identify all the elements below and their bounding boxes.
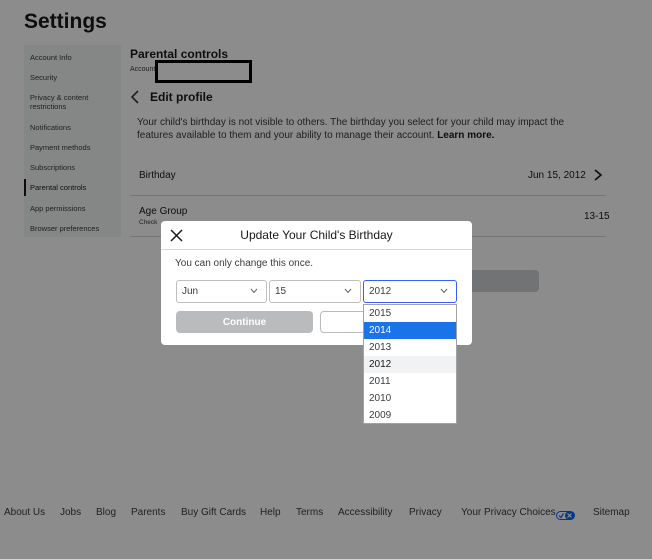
chevron-down-icon xyxy=(440,288,448,294)
chevron-down-icon xyxy=(344,288,352,294)
close-icon[interactable] xyxy=(169,228,184,243)
modal-note: You can only change this once. xyxy=(175,258,314,269)
year-option-2012[interactable]: 2012 xyxy=(364,356,456,373)
chevron-down-icon xyxy=(250,288,258,294)
year-option-2014[interactable]: 2014 xyxy=(364,322,456,339)
year-option-2011[interactable]: 2011 xyxy=(364,373,456,390)
year-option-2009[interactable]: 2009 xyxy=(364,407,456,424)
day-select[interactable]: 15 xyxy=(269,280,361,303)
month-select[interactable]: Jun xyxy=(176,280,267,303)
month-value: Jun xyxy=(182,286,199,297)
continue-button[interactable]: Continue xyxy=(176,311,313,333)
year-select[interactable]: 2012 xyxy=(363,280,457,303)
year-option-2010[interactable]: 2010 xyxy=(364,390,456,407)
modal-title: Update Your Child's Birthday xyxy=(240,228,393,242)
year-dropdown-list: 2015 2014 2013 2012 2011 2010 2009 xyxy=(363,304,457,424)
year-value: 2012 xyxy=(369,286,392,297)
year-option-2013[interactable]: 2013 xyxy=(364,339,456,356)
cancel-button[interactable] xyxy=(320,311,369,333)
modal-header: Update Your Child's Birthday xyxy=(161,221,472,250)
year-option-2015[interactable]: 2015 xyxy=(364,305,456,322)
day-value: 15 xyxy=(275,286,287,297)
